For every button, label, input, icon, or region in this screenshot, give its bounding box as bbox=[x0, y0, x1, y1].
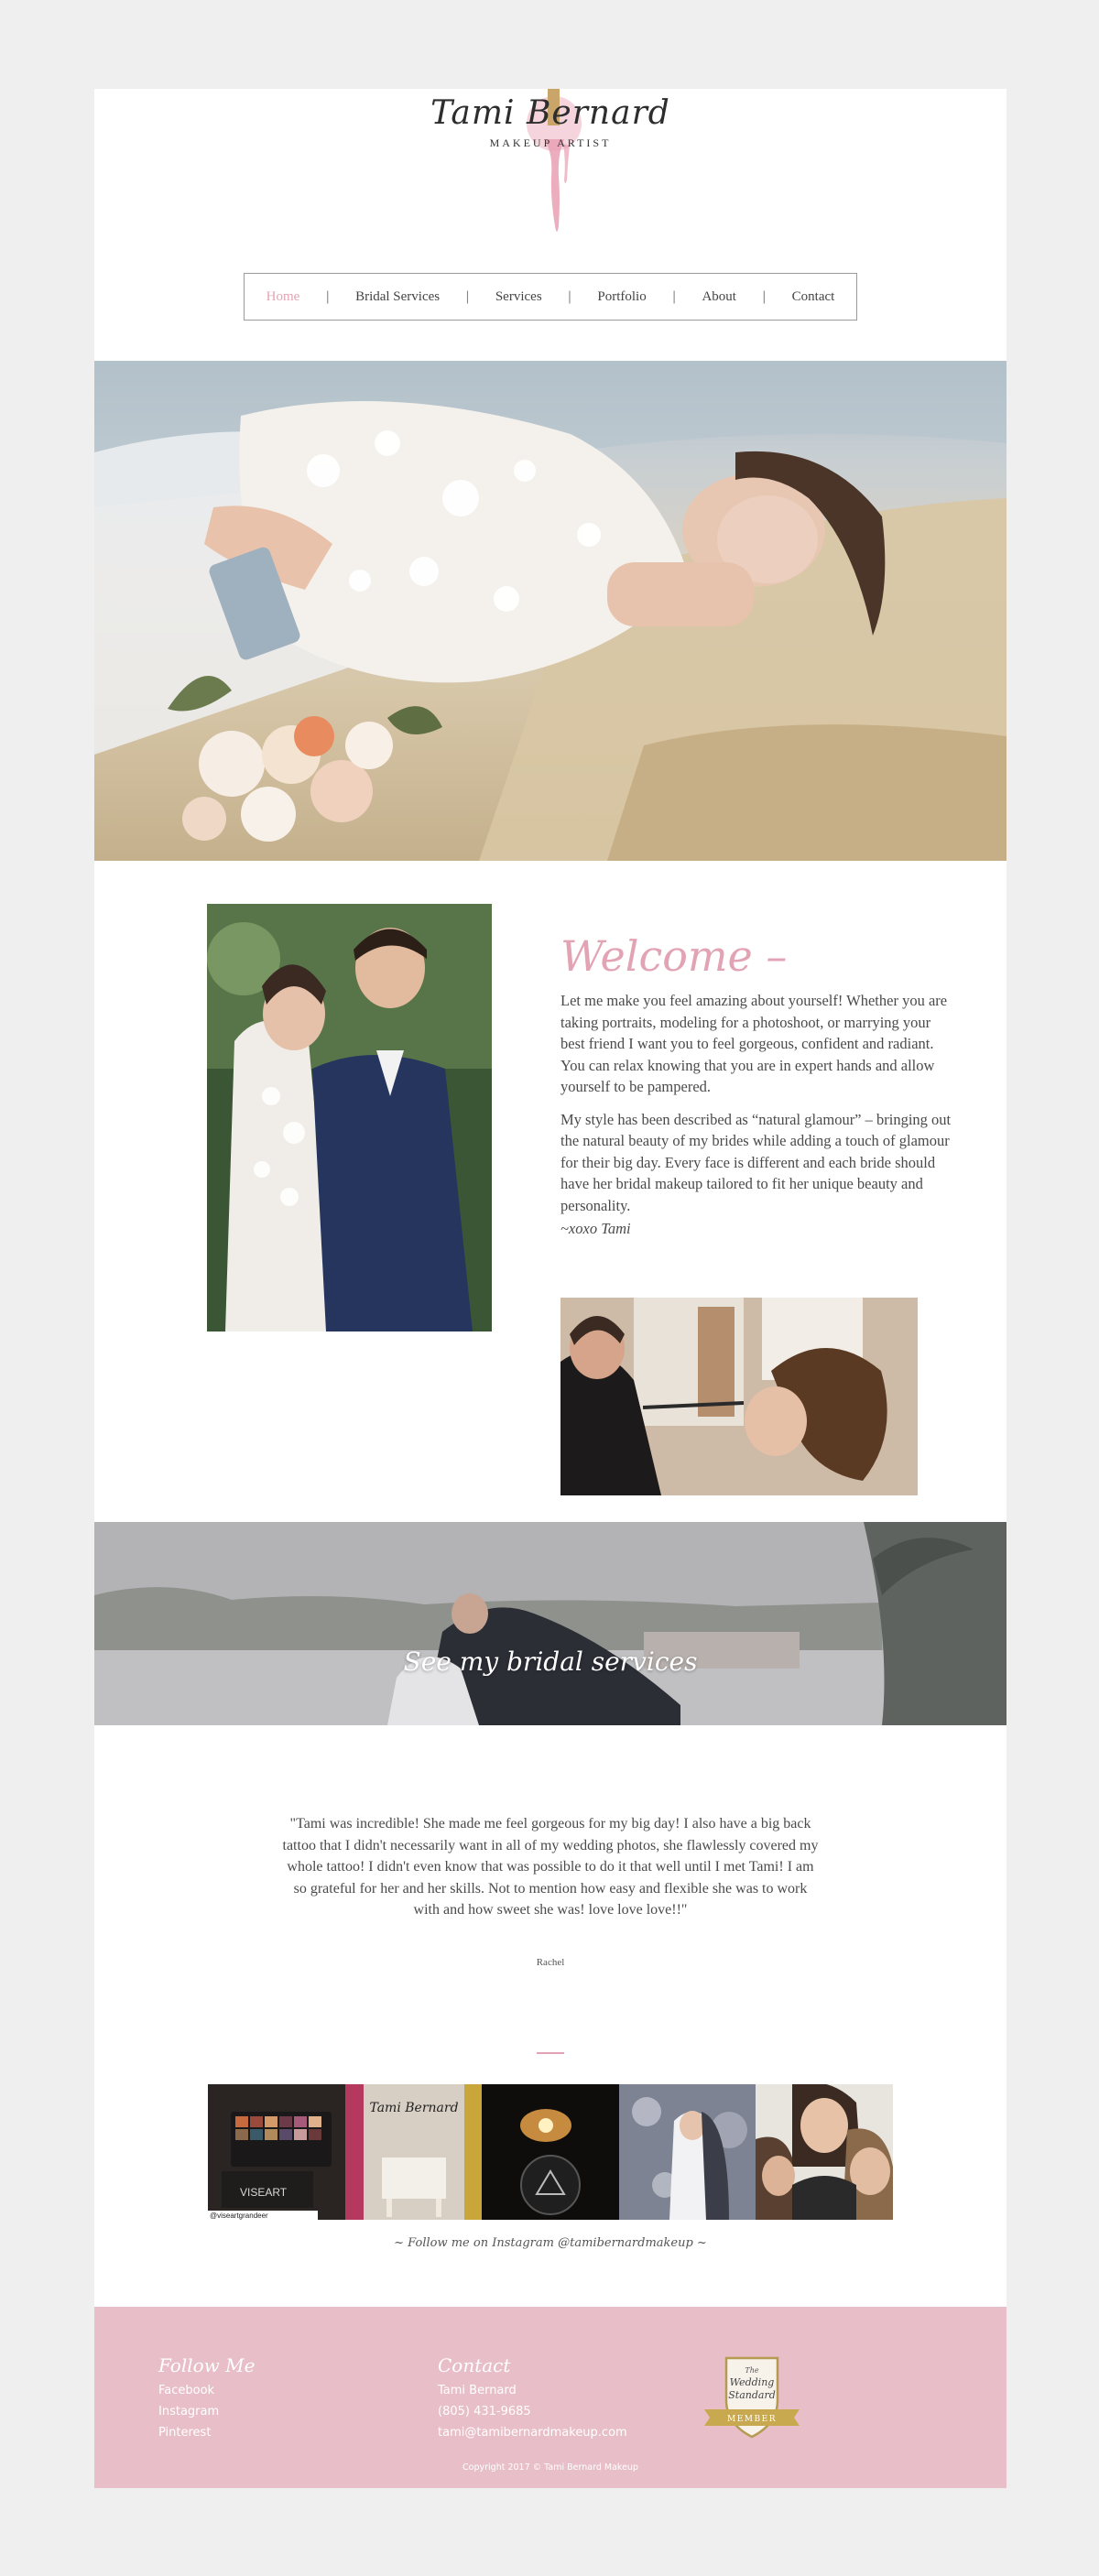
logo-sign-text: Tami Bernard bbox=[369, 2101, 458, 2115]
bridal-services-banner[interactable]: See my bridal services bbox=[94, 1522, 1007, 1725]
instagram-feed: VISEART @viseartgrandeer Tami Bernard bbox=[208, 2084, 893, 2220]
instagram-post[interactable] bbox=[482, 2084, 619, 2220]
logo-name: Tami Bernard bbox=[430, 94, 670, 132]
welcome-title: Welcome – bbox=[560, 931, 788, 981]
badge-line-1: The bbox=[745, 2366, 758, 2375]
makeup-application-photo bbox=[560, 1298, 918, 1495]
bridal-services-link[interactable]: See my bridal services bbox=[94, 1647, 1007, 1677]
nav-bridal-services[interactable]: Bridal Services bbox=[343, 289, 452, 305]
footer-follow-column: Follow Me Facebook Instagram Pinterest bbox=[158, 2354, 255, 2443]
section-divider bbox=[537, 2052, 564, 2054]
instagram-post[interactable] bbox=[756, 2084, 893, 2220]
footer-contact-column: Contact Tami Bernard (805) 431-9685 tami… bbox=[438, 2354, 627, 2443]
site-footer: Follow Me Facebook Instagram Pinterest C… bbox=[94, 2307, 1007, 2488]
instagram-follow-link[interactable]: ~ Follow me on Instagram @tamibernardmak… bbox=[94, 2236, 1007, 2250]
footer-instagram-link[interactable]: Instagram bbox=[158, 2401, 255, 2422]
footer-phone-link[interactable]: (805) 431-9685 bbox=[438, 2401, 627, 2422]
footer-follow-heading: Follow Me bbox=[158, 2354, 256, 2376]
nav-separator: | bbox=[761, 289, 767, 304]
logo-tagline: MAKEUP ARTIST bbox=[489, 136, 612, 149]
badge-ribbon: MEMBER bbox=[727, 2415, 777, 2424]
couple-photo bbox=[207, 904, 492, 1331]
copyright: Copyright 2017 © Tami Bernard Makeup bbox=[462, 2462, 638, 2473]
nav-about[interactable]: About bbox=[689, 289, 749, 305]
hero-image bbox=[94, 361, 1007, 861]
nav-separator: | bbox=[671, 289, 677, 304]
nav-services[interactable]: Services bbox=[483, 289, 555, 305]
welcome-paragraph-1: Let me make you feel amazing about yours… bbox=[560, 992, 948, 1095]
nav-contact[interactable]: Contact bbox=[779, 289, 848, 305]
instagram-tag: @viseartgrandeer bbox=[210, 2212, 268, 2220]
footer-contact-name: Tami Bernard bbox=[438, 2384, 517, 2397]
main-nav: Home | Bridal Services | Services | Port… bbox=[244, 273, 857, 321]
site-logo[interactable]: Tami Bernard MAKEUP ARTIST bbox=[94, 89, 1007, 254]
footer-email-link[interactable]: tami@tamibernardmakeup.com bbox=[438, 2422, 627, 2443]
nav-separator: | bbox=[325, 289, 331, 304]
badge-line-3: Standard bbox=[728, 2389, 776, 2401]
testimonial-quote: "Tami was incredible! She made me feel g… bbox=[282, 1816, 819, 1918]
nav-separator: | bbox=[465, 289, 470, 304]
testimonial-author: Rachel bbox=[536, 1957, 565, 1968]
wedding-standard-member-badge[interactable]: The Wedding Standard MEMBER bbox=[701, 2353, 803, 2444]
footer-contact-heading: Contact bbox=[438, 2354, 511, 2376]
nav-home[interactable]: Home bbox=[254, 289, 313, 305]
nav-separator: | bbox=[567, 289, 572, 304]
viseart-text: VISEART bbox=[240, 2186, 288, 2199]
footer-facebook-link[interactable]: Facebook bbox=[158, 2380, 255, 2401]
instagram-post[interactable] bbox=[618, 2084, 756, 2220]
welcome-text: Let me make you feel amazing about yours… bbox=[560, 990, 954, 1251]
page: Tami Bernard MAKEUP ARTIST Home | Bridal… bbox=[94, 89, 1007, 2488]
welcome-signature: ~xoxo Tami bbox=[560, 1220, 631, 1237]
footer-pinterest-link[interactable]: Pinterest bbox=[158, 2422, 255, 2443]
badge-line-2: Wedding bbox=[730, 2376, 775, 2388]
instagram-post[interactable]: Tami Bernard bbox=[344, 2084, 483, 2220]
nav-portfolio[interactable]: Portfolio bbox=[584, 289, 658, 305]
instagram-post[interactable]: VISEART @viseartgrandeer bbox=[208, 2084, 345, 2220]
welcome-paragraph-2: My style has been described as “natural … bbox=[560, 1110, 952, 1214]
